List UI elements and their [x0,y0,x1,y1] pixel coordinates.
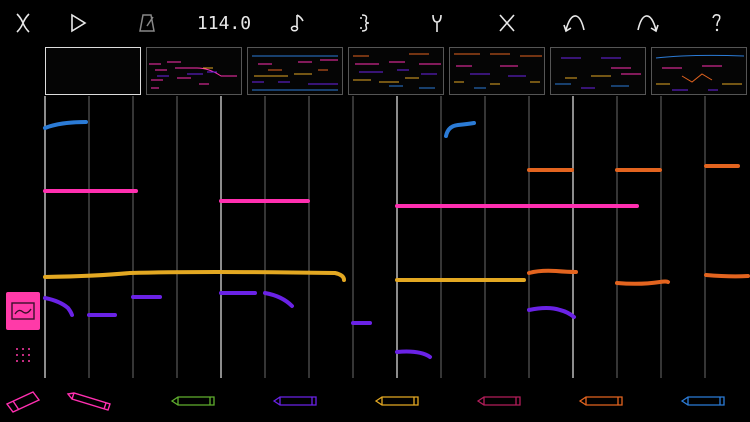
brace-icon[interactable] [348,8,382,38]
note-stroke [43,120,88,130]
pattern-thumbnail[interactable] [146,47,242,95]
pencil-tool-green[interactable] [170,380,216,422]
pencil-tool-orange[interactable] [578,380,624,422]
note-stroke [615,279,670,286]
grid-lines [44,96,706,378]
pencil-icon [374,396,419,406]
pattern-thumbnail[interactable] [550,47,646,95]
note-stroke [527,268,578,275]
pencil-tool-blue[interactable] [680,380,726,422]
note-stroke [704,273,750,279]
pencil-icon [170,396,215,406]
pattern-thumbnail[interactable] [45,47,141,95]
pencil-tool-crimson[interactable] [476,380,522,422]
pattern-thumbnail[interactable] [449,47,545,95]
redo-icon[interactable] [630,8,664,38]
pencil-tool-pink[interactable] [66,380,114,422]
eraser-icon [5,391,41,413]
play-icon[interactable] [61,8,95,38]
note-icon[interactable] [281,8,315,38]
undo-icon[interactable] [558,8,592,38]
note-stroke [444,121,476,138]
top-toolbar: 114.0 [0,0,750,46]
pattern-thumbnail[interactable] [651,47,747,95]
note-stroke [43,270,346,282]
pencil-icon [66,392,111,411]
grid-mode-button[interactable] [12,344,34,366]
pencil-icon [272,396,317,406]
pencil-tool-purple[interactable] [272,380,318,422]
tempo-value: 114.0 [196,12,252,34]
pencil-icon [578,396,623,406]
help-icon[interactable] [700,8,734,38]
dots-grid-icon [16,348,30,362]
pattern-thumbnail[interactable] [348,47,444,95]
note-stroke [43,296,74,317]
note-stroke [527,306,576,319]
note-canvas[interactable] [0,96,750,378]
wave-icon [11,302,35,320]
clear-icon[interactable] [6,8,40,38]
pencil-icon [680,396,725,406]
close-icon[interactable] [490,8,524,38]
pattern-thumbnails [45,47,750,96]
wrench-icon[interactable] [420,8,454,38]
pencil-icon [476,396,521,406]
note-stroke [395,349,432,359]
tempo-display[interactable]: 114.0 [196,8,252,38]
note-stroke [263,291,294,308]
metronome-icon[interactable] [130,8,164,38]
pencil-tool-yellow[interactable] [374,380,420,422]
tool-palette [0,380,750,422]
draw-mode-button[interactable] [6,292,40,330]
pattern-thumbnail[interactable] [247,47,343,95]
eraser-tool[interactable] [5,380,41,422]
